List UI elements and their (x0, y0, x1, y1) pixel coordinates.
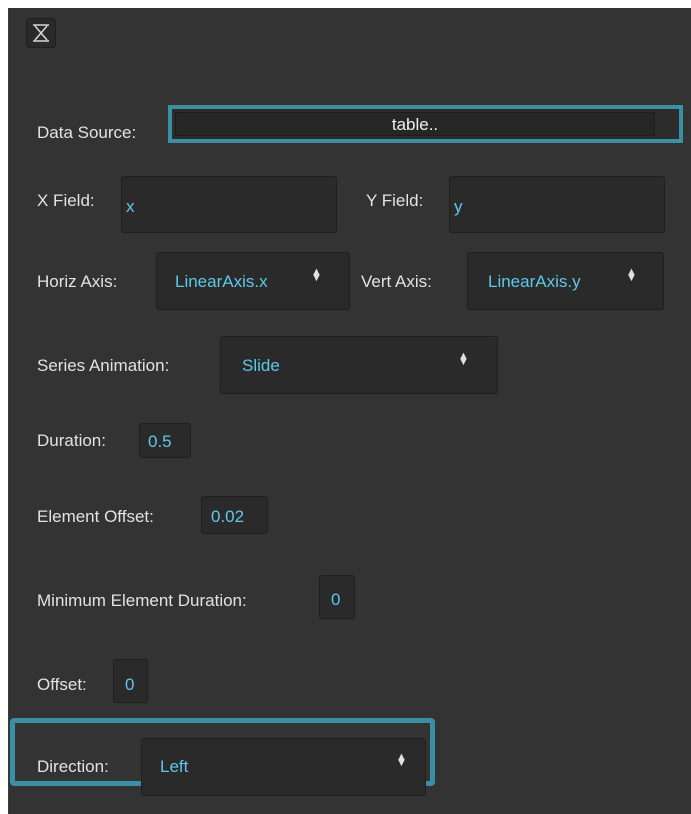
x-field-value: x (126, 197, 135, 216)
data-source-label: Data Source: (37, 123, 137, 142)
duration-label: Duration: (37, 431, 106, 450)
duration-input[interactable]: 0.5 (139, 423, 191, 458)
series-animation-label: Series Animation: (37, 356, 170, 375)
element-offset-input[interactable]: 0.02 (201, 496, 268, 534)
select-arrows-icon: ▲ ▼ (626, 266, 637, 284)
y-field-label: Y Field: (366, 191, 424, 210)
element-offset-value: 0.02 (211, 507, 245, 526)
close-button[interactable] (26, 18, 56, 48)
horiz-axis-label: Horiz Axis: (37, 272, 118, 291)
min-element-duration-label: Minimum Element Duration: (37, 591, 247, 610)
offset-label: Offset: (37, 675, 87, 694)
min-element-duration-value: 0 (331, 590, 341, 609)
close-icon (33, 24, 49, 42)
select-arrows-icon: ▲ ▼ (396, 751, 407, 769)
select-arrows-icon: ▲ ▼ (311, 266, 322, 284)
vert-axis-label: Vert Axis: (361, 272, 432, 291)
direction-select[interactable]: Left ▲ ▼ (141, 738, 426, 796)
x-field-label: X Field: (37, 191, 95, 210)
y-field-input[interactable]: y (449, 176, 665, 233)
series-animation-select[interactable]: Slide ▲ ▼ (220, 336, 498, 394)
min-element-duration-input[interactable]: 0 (319, 575, 355, 619)
element-offset-label: Element Offset: (37, 507, 154, 526)
offset-input[interactable]: 0 (113, 659, 148, 703)
series-animation-value: Slide (242, 356, 280, 375)
data-source-field[interactable]: table.. (168, 105, 683, 143)
direction-value: Left (160, 757, 189, 776)
offset-value: 0 (125, 675, 135, 694)
vert-axis-select[interactable]: LinearAxis.y ▲ ▼ (467, 252, 664, 310)
horiz-axis-select[interactable]: LinearAxis.x ▲ ▼ (156, 252, 350, 310)
horiz-axis-value: LinearAxis.x (175, 272, 268, 291)
y-field-value: y (454, 197, 463, 216)
direction-label: Direction: (37, 757, 109, 776)
select-arrows-icon: ▲ ▼ (458, 350, 469, 368)
data-source-value: table.. (175, 112, 655, 136)
vert-axis-value: LinearAxis.y (488, 272, 581, 291)
x-field-input[interactable]: x (121, 176, 337, 233)
duration-value: 0.5 (148, 432, 172, 451)
